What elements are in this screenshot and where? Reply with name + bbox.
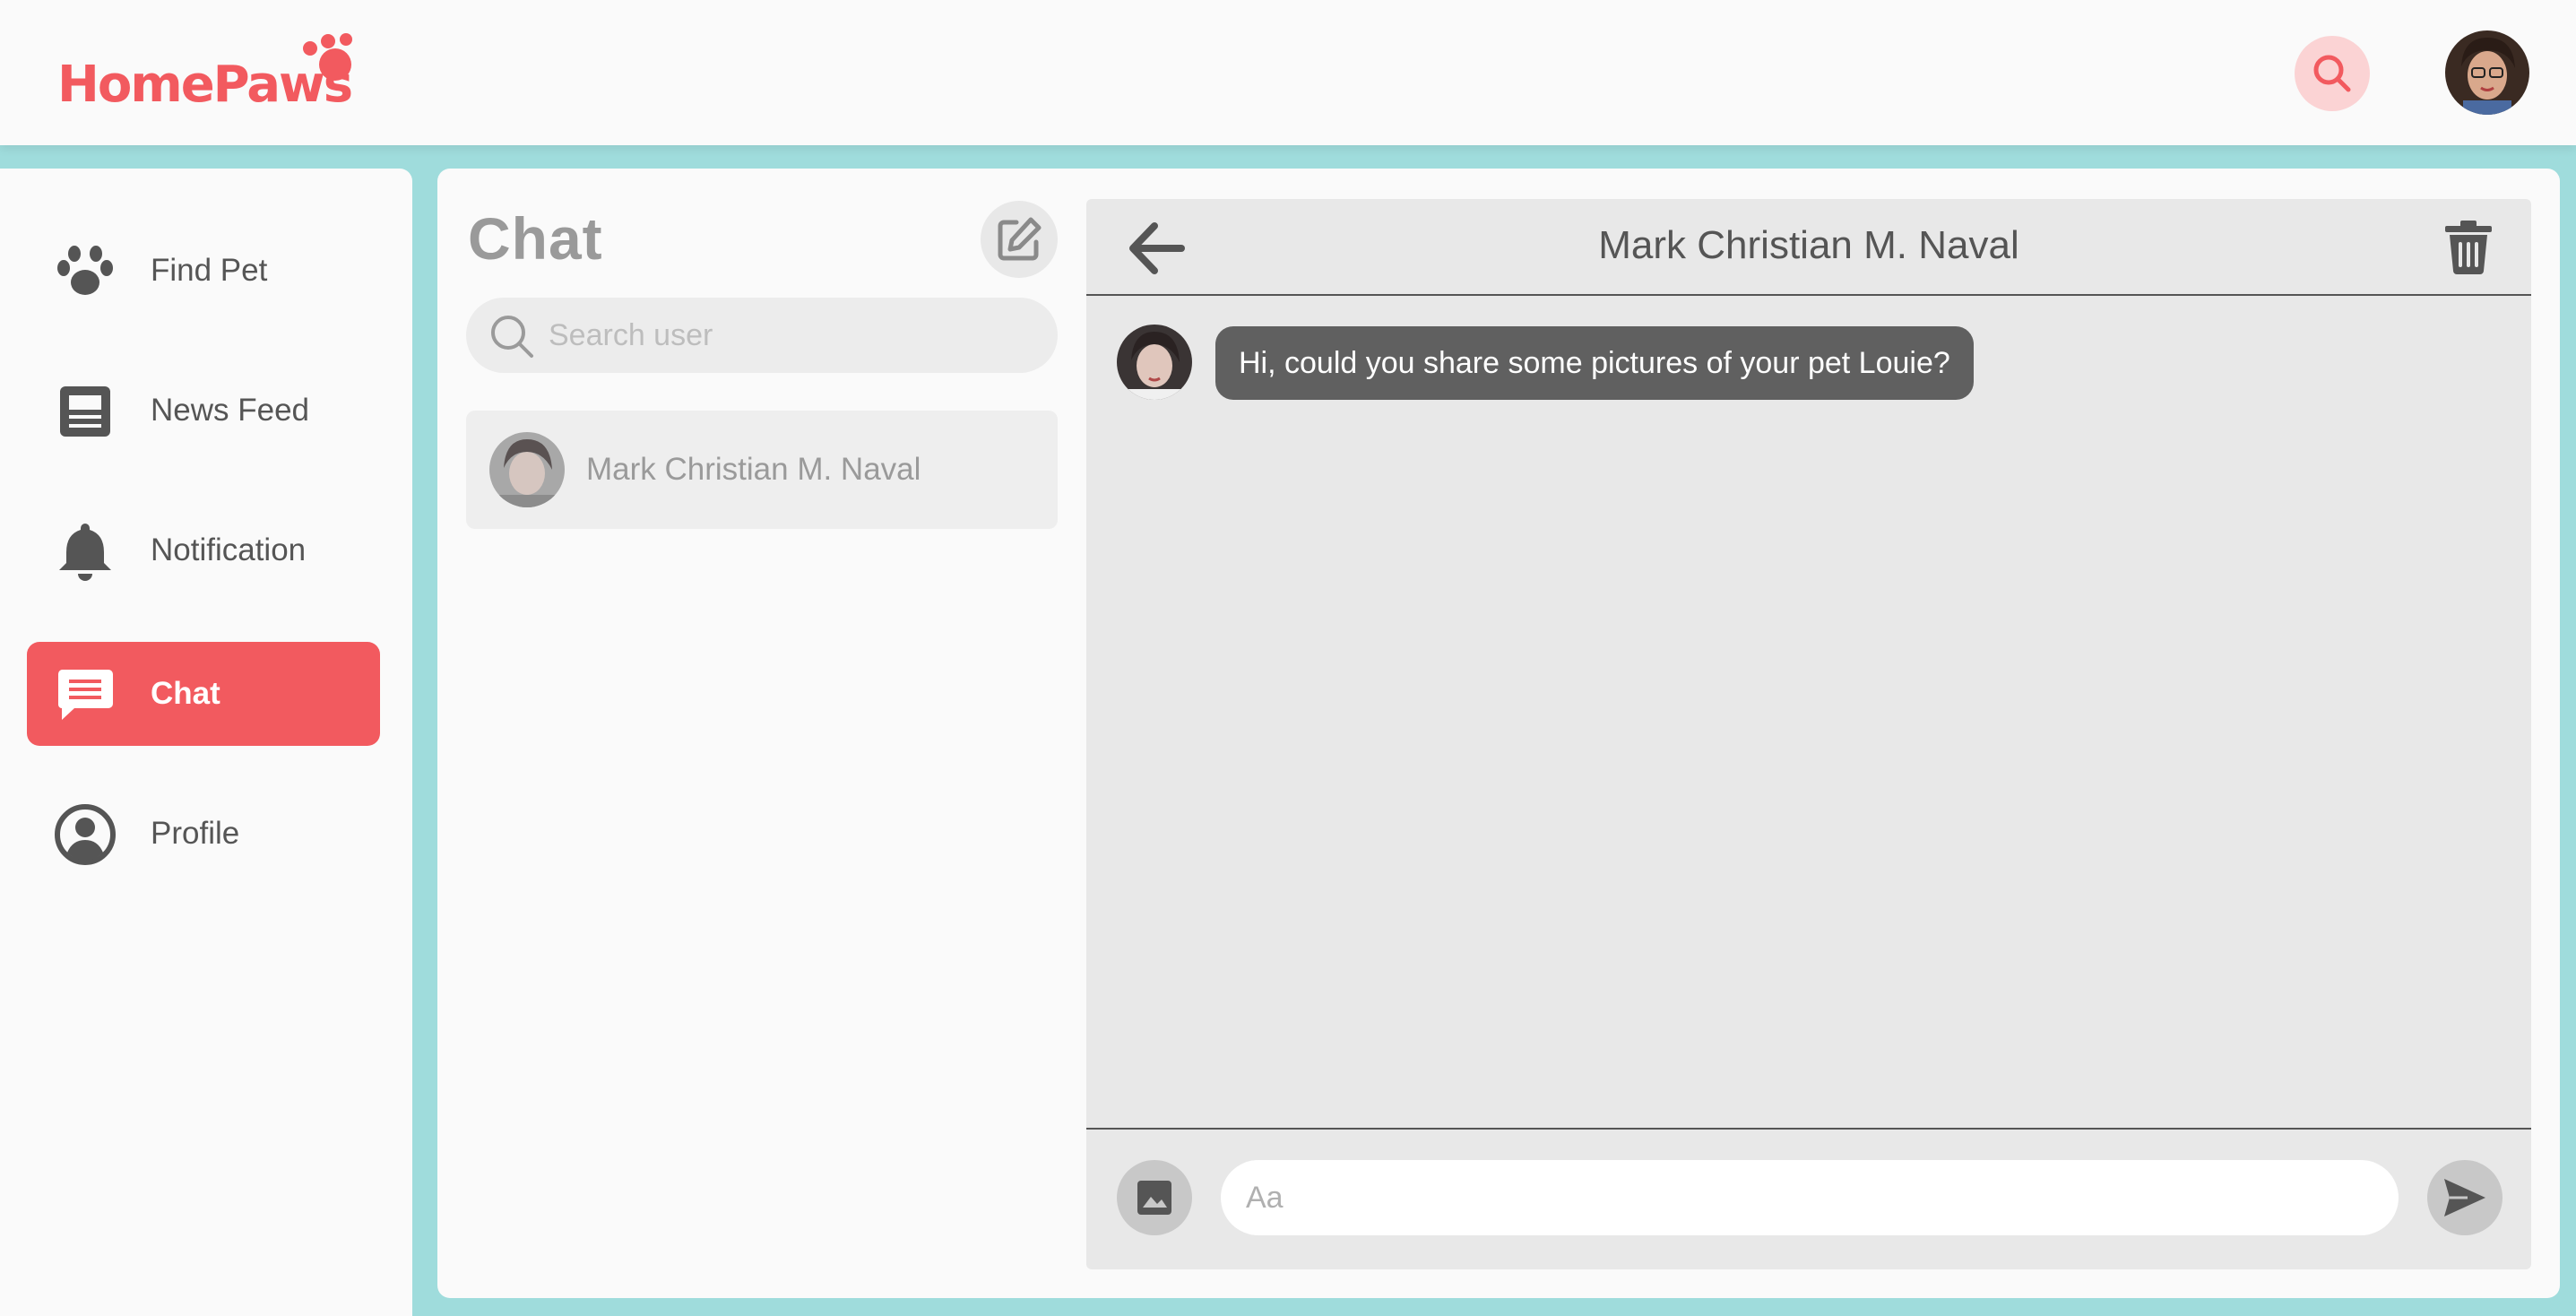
sidebar-item-notification[interactable]: Notification <box>27 498 380 602</box>
top-header: HomePaws <box>0 0 2576 145</box>
sidebar-item-label: Notification <box>151 532 307 567</box>
compose-icon <box>998 217 1042 261</box>
back-arrow-icon[interactable] <box>1124 219 1187 278</box>
conversation-panel: Mark Christian M. Naval Hi, could you sh… <box>1086 199 2531 1269</box>
homepaws-logo[interactable]: HomePaws <box>57 32 353 122</box>
conversation-contact-name: Mark Christian M. Naval <box>1598 223 2019 267</box>
newspaper-icon <box>54 380 117 443</box>
sidebar-item-news-feed[interactable]: News Feed <box>27 359 380 463</box>
message-input[interactable] <box>1221 1160 2399 1235</box>
header-search-button[interactable] <box>2295 36 2370 111</box>
user-avatar[interactable] <box>2445 30 2529 115</box>
image-icon <box>1137 1181 1171 1215</box>
sidebar-item-label: Profile <box>151 816 240 851</box>
contact-name: Mark Christian M. Naval <box>586 452 921 487</box>
user-circle-icon <box>54 803 117 866</box>
message-bubble: Hi, could you share some pictures of you… <box>1215 326 1974 400</box>
message-composer <box>1086 1128 2531 1269</box>
conversation-header: Mark Christian M. Naval <box>1086 199 2531 296</box>
chat-contact-item[interactable]: Mark Christian M. Naval <box>466 411 1058 529</box>
send-button[interactable] <box>2427 1160 2503 1235</box>
sidebar-item-profile[interactable]: Profile <box>27 782 380 886</box>
bell-icon <box>54 520 117 583</box>
sidebar-item-label: News Feed <box>151 393 310 428</box>
search-icon <box>2313 55 2351 92</box>
new-message-button[interactable] <box>981 201 1058 278</box>
sidebar-item-label: Chat <box>151 676 220 711</box>
sidebar-item-chat[interactable]: Chat <box>27 642 380 746</box>
send-icon <box>2444 1179 2485 1216</box>
search-user-input[interactable] <box>549 308 1033 362</box>
search-user-box <box>466 298 1058 373</box>
logo-paw-icon <box>303 33 352 81</box>
sidebar-item-find-pet[interactable]: Find Pet <box>27 219 380 323</box>
paw-icon <box>54 240 117 303</box>
search-icon <box>491 316 533 358</box>
chat-list-title: Chat <box>468 205 603 272</box>
chat-icon <box>54 663 117 726</box>
message-sender-avatar <box>1117 325 1192 400</box>
trash-icon[interactable] <box>2443 221 2494 274</box>
attach-image-button[interactable] <box>1117 1160 1192 1235</box>
contact-avatar <box>489 432 565 507</box>
sidebar-item-label: Find Pet <box>151 253 268 288</box>
sidebar: Find Pet News Feed Notification Chat Pro… <box>0 169 412 1316</box>
logo-text-home: Home <box>57 56 215 114</box>
